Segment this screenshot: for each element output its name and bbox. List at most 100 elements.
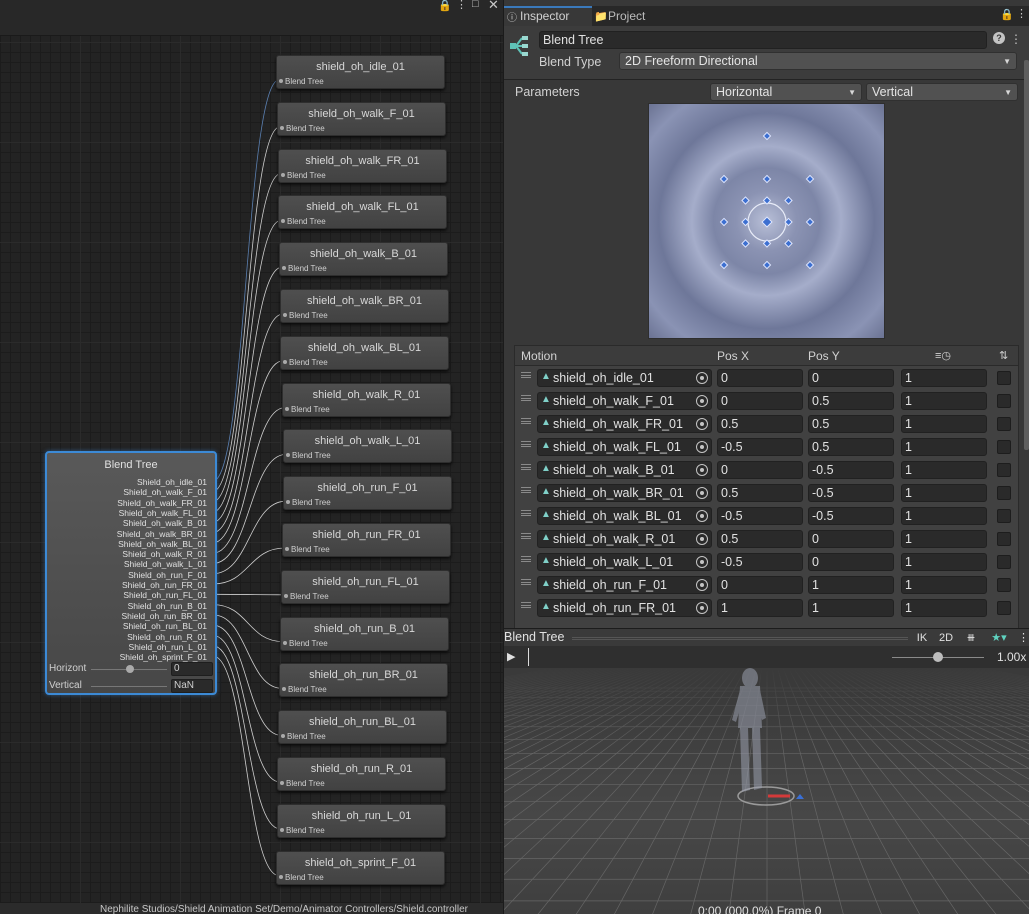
horizontal-slider-knob[interactable] xyxy=(126,665,134,673)
pos-x-field[interactable]: 0 xyxy=(717,392,803,410)
time-scale-field[interactable]: 1 xyxy=(901,484,987,502)
kebab-menu-icon[interactable]: ⋮ xyxy=(1016,7,1027,20)
pos-x-field[interactable]: 0.5 xyxy=(717,530,803,548)
blend-sample-point[interactable] xyxy=(719,260,729,270)
pos-y-field[interactable]: 1 xyxy=(808,576,894,594)
mirror-checkbox[interactable] xyxy=(997,394,1011,408)
ik-toggle-button[interactable]: IK xyxy=(910,629,934,647)
time-scale-field[interactable]: 1 xyxy=(901,576,987,594)
motion-node[interactable]: shield_oh_walk_FR_01 Blend Tree xyxy=(278,148,447,183)
mirror-checkbox[interactable] xyxy=(997,578,1011,592)
mirror-checkbox[interactable] xyxy=(997,509,1011,523)
input-port[interactable] xyxy=(279,79,283,83)
drag-handle-icon[interactable] xyxy=(521,464,531,470)
blend-sample-point[interactable] xyxy=(719,217,729,227)
object-picker-icon[interactable] xyxy=(696,464,708,476)
input-port[interactable] xyxy=(280,781,284,785)
mirror-checkbox[interactable] xyxy=(997,601,1011,615)
drag-handle-icon[interactable] xyxy=(521,533,531,539)
motion-node[interactable]: shield_oh_walk_BR_01 Blend Tree xyxy=(280,289,449,323)
blend-sample-point[interactable] xyxy=(741,239,750,248)
pos-x-field[interactable]: 0 xyxy=(717,369,803,387)
motion-row[interactable]: ▲ shield_oh_walk_BL_01 -0.5 -0.5 1 xyxy=(515,505,1018,528)
pos-x-field[interactable]: 0.5 xyxy=(717,415,803,433)
tab-inspector[interactable]: ⓘ Inspector xyxy=(504,6,592,26)
motion-node[interactable]: shield_oh_run_FL_01 Blend Tree xyxy=(281,569,450,604)
pos-x-field[interactable]: -0.5 xyxy=(717,553,803,571)
motion-clip-field[interactable]: ▲ shield_oh_run_F_01 xyxy=(537,576,712,594)
time-scale-field[interactable]: 1 xyxy=(901,530,987,548)
pivot-icon[interactable]: ⧻ xyxy=(960,629,982,647)
input-port[interactable] xyxy=(286,453,290,458)
input-port[interactable] xyxy=(286,500,290,505)
preview-viewport[interactable]: 0:00 (000.0%) Frame 0 xyxy=(503,668,1029,914)
blend-sample-point[interactable] xyxy=(762,131,772,141)
blend-sample-point[interactable] xyxy=(719,174,729,184)
avatar-icon[interactable]: ★▾ xyxy=(984,629,1014,647)
horizontal-param-value[interactable]: 0 xyxy=(171,662,213,676)
motion-node[interactable]: shield_oh_run_L_01 Blend Tree xyxy=(277,803,446,838)
object-picker-icon[interactable] xyxy=(696,556,708,568)
blend-sample-point[interactable] xyxy=(805,174,815,184)
drag-handle-icon[interactable] xyxy=(521,418,531,424)
motion-clip-field[interactable]: ▲ shield_oh_idle_01 xyxy=(537,369,712,387)
pos-x-field[interactable]: -0.5 xyxy=(717,438,803,456)
motion-node[interactable]: shield_oh_walk_BL_01 Blend Tree xyxy=(280,335,449,370)
time-scale-field[interactable]: 1 xyxy=(901,392,987,410)
motion-row[interactable]: ▲ shield_oh_walk_R_01 0.5 0 1 xyxy=(515,528,1018,551)
motion-node[interactable]: shield_oh_idle_01 Blend Tree xyxy=(276,55,445,89)
object-picker-icon[interactable] xyxy=(696,418,708,430)
drag-handle-icon[interactable] xyxy=(521,372,531,378)
motion-node[interactable]: shield_oh_run_R_01 Blend Tree xyxy=(277,757,446,791)
input-port[interactable] xyxy=(280,125,284,130)
play-icon[interactable]: ▶ xyxy=(507,650,515,663)
mirror-checkbox[interactable] xyxy=(997,486,1011,500)
motion-clip-field[interactable]: ▲ shield_oh_walk_FL_01 xyxy=(537,438,712,456)
playback-speed-knob[interactable] xyxy=(933,652,943,662)
pos-x-field[interactable]: -0.5 xyxy=(717,507,803,525)
object-picker-icon[interactable] xyxy=(696,395,708,407)
input-port[interactable] xyxy=(281,172,285,177)
time-scale-field[interactable]: 1 xyxy=(901,438,987,456)
vertical-param-value[interactable]: NaN xyxy=(171,679,213,693)
pos-y-field[interactable]: 1 xyxy=(808,599,894,617)
name-field[interactable]: Blend Tree xyxy=(539,31,987,49)
motion-row[interactable]: ▲ shield_oh_run_FR_01 1 1 1 xyxy=(515,597,1018,620)
time-cursor[interactable] xyxy=(528,648,529,666)
pos-y-field[interactable]: 0.5 xyxy=(808,415,894,433)
motion-row[interactable]: ▲ shield_oh_idle_01 0 0 1 xyxy=(515,367,1018,390)
drag-handle-icon[interactable] xyxy=(521,579,531,585)
motion-node[interactable]: shield_oh_walk_R_01 Blend Tree xyxy=(282,382,451,417)
motion-node[interactable]: shield_oh_walk_L_01 Blend Tree xyxy=(283,429,452,464)
pos-y-field[interactable]: -0.5 xyxy=(808,461,894,479)
input-port[interactable] xyxy=(283,640,287,645)
input-port[interactable] xyxy=(281,219,285,224)
2d-toggle-button[interactable]: 2D xyxy=(934,629,958,647)
input-port[interactable] xyxy=(282,687,286,692)
mirror-checkbox[interactable] xyxy=(997,417,1011,431)
blend-space-visualization[interactable] xyxy=(648,103,885,339)
pos-y-field[interactable]: 0.5 xyxy=(808,438,894,456)
pos-x-field[interactable]: 0 xyxy=(717,461,803,479)
motion-node[interactable]: shield_oh_run_BR_01 Blend Tree xyxy=(279,663,448,698)
object-picker-icon[interactable] xyxy=(696,602,708,614)
input-port[interactable] xyxy=(281,734,285,739)
motion-node[interactable]: shield_oh_sprint_F_01 Blend Tree xyxy=(276,850,445,885)
object-picker-icon[interactable] xyxy=(696,533,708,545)
motion-clip-field[interactable]: ▲ shield_oh_walk_R_01 xyxy=(537,530,712,548)
vertical-param-slider[interactable] xyxy=(91,686,167,687)
mirror-checkbox[interactable] xyxy=(997,371,1011,385)
object-picker-icon[interactable] xyxy=(696,372,708,384)
motion-row[interactable]: ▲ shield_oh_walk_FR_01 0.5 0.5 1 xyxy=(515,413,1018,436)
motion-clip-field[interactable]: ▲ shield_oh_walk_B_01 xyxy=(537,461,712,479)
param-x-dropdown[interactable]: Horizontal ▼ xyxy=(710,83,862,101)
blend-sample-point[interactable] xyxy=(762,174,772,184)
motion-clip-field[interactable]: ▲ shield_oh_walk_BR_01 xyxy=(537,484,712,502)
lock-icon[interactable]: 🔒 xyxy=(1000,8,1014,21)
motion-row[interactable]: ▲ shield_oh_run_F_01 0 1 1 xyxy=(515,574,1018,597)
blend-sample-point[interactable] xyxy=(784,239,793,248)
blend-type-dropdown[interactable]: 2D Freeform Directional ▼ xyxy=(619,52,1017,70)
drag-handle-icon[interactable] xyxy=(521,510,531,516)
settings-icon[interactable]: ⋮ xyxy=(1010,32,1022,46)
kebab-menu-icon[interactable]: ⋮ xyxy=(1018,629,1029,647)
